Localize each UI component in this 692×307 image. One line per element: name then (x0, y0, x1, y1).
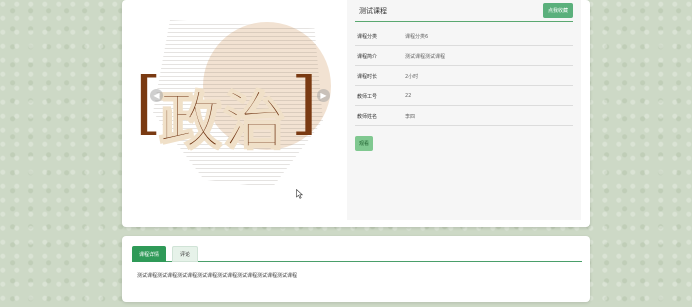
info-value: 测试课程测试课程 (405, 54, 446, 60)
banner-title: 政治 (158, 83, 288, 158)
info-row-intro: 课程简介 测试课程测试课程 (355, 46, 573, 66)
course-detail-text: 测试课程测试课程测试课程测试课程测试课程测试课程测试课程测试课程 (137, 273, 298, 279)
info-label: 课程时长 (357, 74, 378, 80)
detail-tabs: 课程详情 评论 (132, 244, 582, 262)
course-detail-card: 课程详情 评论 测试课程测试课程测试课程测试课程测试课程测试课程测试课程测试课程 (122, 236, 590, 302)
watch-button[interactable]: 观看 (355, 136, 373, 151)
tab-comments[interactable]: 评论 (172, 246, 199, 262)
info-label: 教师姓名 (357, 114, 378, 120)
info-value: 2小时 (405, 74, 419, 80)
info-row-teacher-id: 教师工号 22 (355, 86, 573, 106)
info-value: 22 (405, 93, 412, 99)
chevron-left-icon[interactable]: ◀ (150, 89, 163, 102)
info-value: 课程分类6 (405, 34, 429, 40)
course-banner-carousel[interactable]: [ 政治 ] ◀ ▶ (131, 0, 349, 220)
info-label: 课程分类 (357, 34, 378, 40)
tab-course-detail[interactable]: 课程详情 (132, 246, 167, 262)
course-info-panel: 测试课程 点我收藏 课程分类 课程分类6 课程简介 测试课程测试课程 课程时长 … (347, 0, 581, 220)
info-value: 李四 (405, 114, 416, 120)
banner-bracket-right: ] (291, 64, 318, 143)
info-label: 教师工号 (357, 94, 378, 100)
info-row-category: 课程分类 课程分类6 (355, 26, 573, 46)
favorite-button[interactable]: 点我收藏 (542, 3, 573, 18)
banner-bracket-left: [ (135, 64, 162, 143)
course-name: 测试课程 (359, 7, 387, 15)
course-card: [ 政治 ] ◀ ▶ 测试课程 点我收藏 课程分类 课程分类6 课程简介 测试课… (122, 0, 590, 227)
info-row-teacher-name: 教师姓名 李四 (355, 106, 573, 126)
info-label: 课程简介 (357, 54, 378, 60)
info-row-duration: 课程时长 2小时 (355, 66, 573, 86)
chevron-right-icon[interactable]: ▶ (317, 89, 330, 102)
mouse-cursor-icon (296, 189, 304, 199)
course-info-header: 测试课程 点我收藏 (355, 0, 573, 22)
